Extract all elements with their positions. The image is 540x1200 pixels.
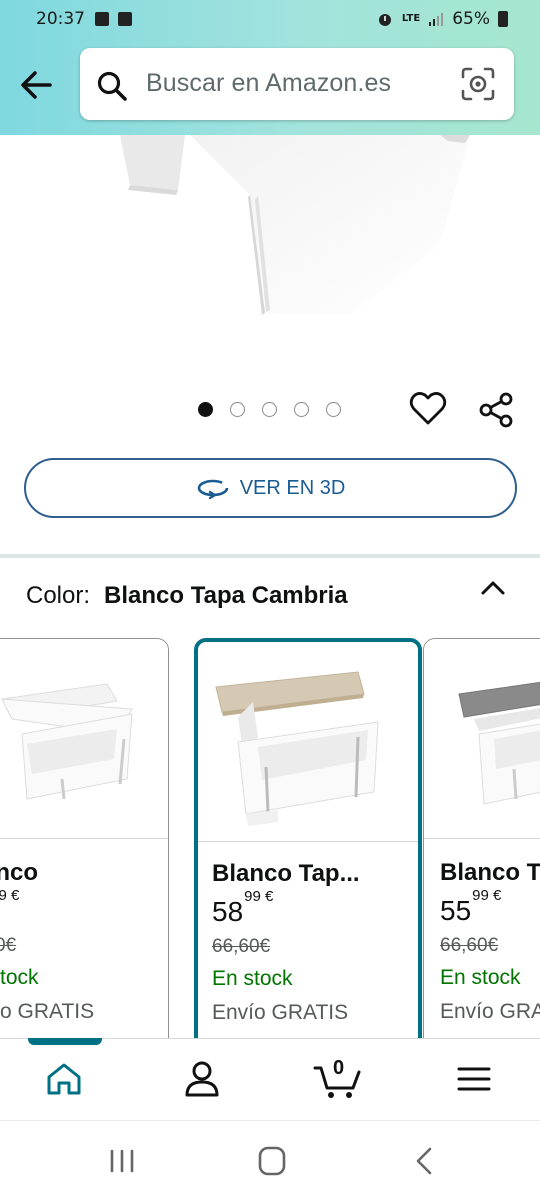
swatch-name: Blanco xyxy=(0,859,39,886)
price-cents: 99 xyxy=(244,887,261,905)
recent-apps-icon xyxy=(110,1149,134,1173)
swatch-price: 5899 € xyxy=(212,888,273,928)
user-icon xyxy=(185,1061,219,1097)
price-whole: 58 xyxy=(212,896,244,927)
swatch-stock: En stock xyxy=(212,967,293,990)
search-input[interactable]: Buscar en Amazon.es xyxy=(146,69,391,98)
price-currency: € xyxy=(11,886,20,904)
gallery-dot[interactable] xyxy=(294,402,309,417)
gallery-dot[interactable] xyxy=(230,402,245,417)
rotate-3d-icon xyxy=(197,479,229,500)
status-time: 20:37 xyxy=(36,9,85,29)
color-swatch-card[interactable]: Blanco T 5599 € 66,60€ En stock Envío GR… xyxy=(423,638,540,1058)
heart-icon xyxy=(409,392,447,425)
recent-apps-button[interactable] xyxy=(102,1145,142,1177)
home-system-button[interactable] xyxy=(252,1145,292,1177)
swatch-image xyxy=(0,639,168,839)
table-grey-photo xyxy=(458,681,540,805)
arrow-left-icon xyxy=(21,71,52,99)
nav-cart[interactable]: 0 xyxy=(312,1057,364,1101)
price-currency: € xyxy=(265,887,274,905)
product-image[interactable] xyxy=(0,135,540,375)
swatch-old-price: 66,60€ xyxy=(212,936,271,957)
price-currency: € xyxy=(493,886,502,904)
battery-percent: 65% xyxy=(452,9,490,29)
nav-home[interactable] xyxy=(40,1057,88,1101)
table-wood-photo xyxy=(215,671,379,826)
hamburger-menu-icon xyxy=(457,1067,491,1091)
home-icon xyxy=(47,1063,81,1095)
status-right: LTE 65% xyxy=(376,9,508,29)
gallery-indicator xyxy=(198,402,341,417)
color-label: Color: xyxy=(26,582,91,609)
swatch-shipping: Envío GRA xyxy=(440,1000,540,1023)
swatch-price: 5599 € xyxy=(440,887,501,927)
wishlist-button[interactable] xyxy=(409,391,447,427)
color-selector-header[interactable]: Color: Blanco Tapa Cambria xyxy=(26,582,348,610)
search-icon xyxy=(97,71,127,101)
gallery-dot[interactable] xyxy=(262,402,277,417)
swatch-name: Blanco Tap... xyxy=(212,860,360,887)
status-bar: 20:37 LTE 65% xyxy=(0,0,540,40)
back-button[interactable] xyxy=(16,64,58,106)
view-3d-label: VER EN 3D xyxy=(239,476,346,499)
price-fraction: 99 € xyxy=(0,887,19,904)
price-fraction: 99 € xyxy=(244,888,273,905)
gallery-dot[interactable] xyxy=(198,402,213,417)
system-navigation-bar xyxy=(0,1120,540,1200)
swatch-shipping: Envío GRATIS xyxy=(212,1001,349,1024)
collapse-button[interactable] xyxy=(478,574,508,602)
home-square-icon xyxy=(258,1146,286,1176)
swatch-name: Blanco T xyxy=(440,859,540,886)
checkbox-notification-icon xyxy=(118,12,132,26)
gallery-dot[interactable] xyxy=(326,402,341,417)
gallery-notification-icon xyxy=(95,12,109,26)
search-bar[interactable]: Buscar en Amazon.es xyxy=(80,48,514,120)
chevron-left-icon xyxy=(416,1147,432,1175)
system-back-button[interactable] xyxy=(404,1145,444,1177)
share-button[interactable] xyxy=(477,391,515,429)
price-fraction: 99 € xyxy=(472,887,501,904)
swatch-stock: En stock xyxy=(0,966,39,989)
battery-icon xyxy=(498,11,508,27)
chevron-up-icon xyxy=(481,581,505,595)
nav-menu[interactable] xyxy=(450,1057,498,1101)
price-cents: 99 xyxy=(0,887,7,904)
swatch-price: 5899 € xyxy=(0,887,19,927)
swatch-shipping: Envío GRATIS xyxy=(0,1000,95,1023)
header: 20:37 LTE 65% Buscar en Amazon.es xyxy=(0,0,540,135)
signal-icon xyxy=(429,13,444,26)
share-icon xyxy=(479,392,513,428)
app-screen: 20:37 LTE 65% Buscar en Amazon.es VER EN… xyxy=(0,0,540,1200)
alarm-icon xyxy=(378,14,391,26)
camera-search-icon[interactable] xyxy=(460,66,496,102)
view-3d-button[interactable]: VER EN 3D xyxy=(24,458,517,518)
color-selected-value: Blanco Tapa Cambria xyxy=(104,582,348,609)
color-swatch-card[interactable]: Blanco 5899 € 66,60€ En stock Envío GRAT… xyxy=(0,638,169,1058)
swatch-old-price: 66,60€ xyxy=(0,935,17,956)
active-tab-indicator xyxy=(28,1038,102,1045)
price-whole: 55 xyxy=(440,895,472,926)
section-divider xyxy=(0,554,540,558)
bottom-navigation: 0 xyxy=(0,1038,540,1120)
swatch-image xyxy=(198,642,418,842)
table-white-photo xyxy=(1,683,133,800)
color-swatch-card-selected[interactable]: Blanco Tap... 5899 € 66,60€ En stock Env… xyxy=(194,638,422,1058)
swatch-image xyxy=(424,639,540,839)
network-label: LTE xyxy=(401,13,421,24)
cart-count: 0 xyxy=(333,1057,345,1079)
product-photo xyxy=(120,135,470,315)
swatch-old-price: 66,60€ xyxy=(440,935,499,956)
swatch-stock: En stock xyxy=(440,966,521,989)
nav-account[interactable] xyxy=(178,1057,226,1101)
price-cents: 99 xyxy=(472,886,489,904)
